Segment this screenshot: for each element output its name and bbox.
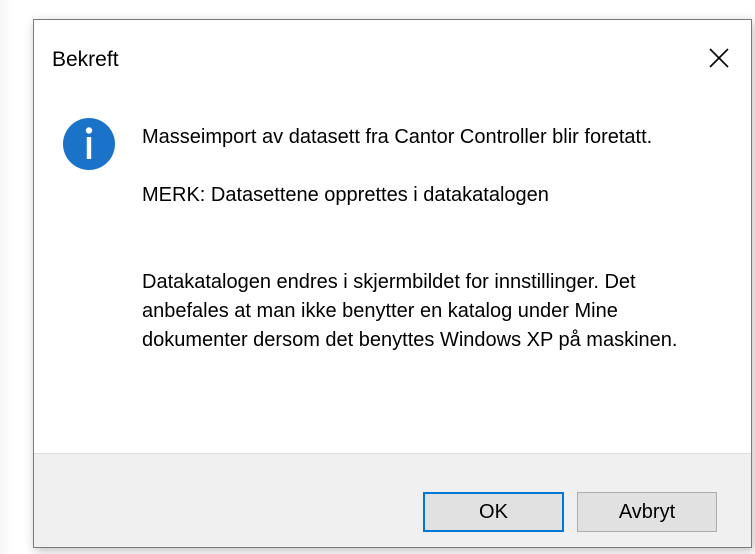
information-icon	[62, 117, 116, 171]
ok-button[interactable]: OK	[423, 492, 564, 532]
background-window-edge	[0, 0, 14, 554]
message-line-import: Masseimport av datasett fra Cantor Contr…	[142, 126, 653, 148]
message-line-note: MERK: Datasettene opprettes i datakatalo…	[142, 184, 549, 206]
cancel-button[interactable]: Avbryt	[577, 492, 717, 532]
message-area: Masseimport av datasett fra Cantor Contr…	[142, 123, 727, 355]
dialog-title: Bekreft	[52, 48, 119, 71]
close-button[interactable]	[699, 38, 739, 78]
close-icon	[709, 48, 729, 68]
message-line-detail: Datakatalogen endres i skjermbildet for …	[142, 271, 678, 351]
dialog-button-bar: OK Avbryt	[34, 453, 751, 547]
dialog-titlebar[interactable]: Bekreft	[34, 20, 751, 98]
confirm-dialog: Bekreft Masseimport av datasett fra Cant…	[33, 19, 752, 548]
